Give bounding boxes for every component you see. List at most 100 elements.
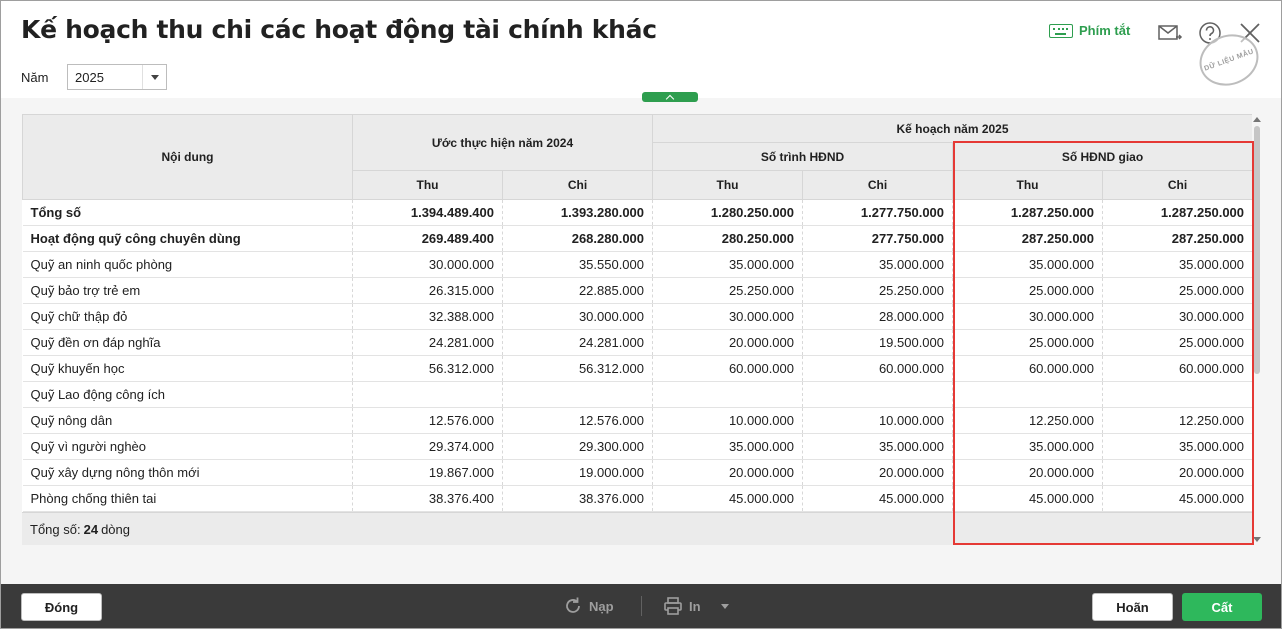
value-cell[interactable]: 1.287.250.000 [952,199,1104,226]
value-cell[interactable] [802,381,954,408]
chevron-down-icon[interactable] [142,65,166,89]
value-cell[interactable]: 12.576.000 [502,407,654,434]
value-cell[interactable]: 35.000.000 [802,251,954,278]
header-chi[interactable]: Chi [802,170,954,200]
value-cell[interactable]: 277.750.000 [802,225,954,252]
row-name-cell[interactable]: Quỹ xây dựng nông thôn mới [22,459,353,486]
value-cell[interactable]: 28.000.000 [802,303,954,330]
value-cell[interactable]: 56.312.000 [502,355,654,382]
shortcut-button[interactable]: Phím tắt [1049,23,1130,38]
header-thu[interactable]: Thu [652,170,804,200]
value-cell[interactable]: 1.394.489.400 [352,199,503,226]
value-cell[interactable]: 287.250.000 [1102,225,1252,252]
value-cell[interactable]: 20.000.000 [652,459,804,486]
header-chi[interactable]: Chi [1102,170,1252,200]
value-cell[interactable]: 56.312.000 [352,355,503,382]
table-row[interactable]: Quỹ nông dân 12.576.000 12.576.000 10.000.0… [22,407,1252,434]
value-cell[interactable]: 1.393.280.000 [502,199,654,226]
close-button[interactable]: Đóng [21,593,102,621]
value-cell[interactable]: 30.000.000 [952,303,1104,330]
save-button[interactable]: Cất [1182,593,1262,621]
value-cell[interactable]: 269.489.400 [352,225,503,252]
value-cell[interactable] [1102,381,1252,408]
table-row[interactable]: Quỹ an ninh quốc phòng 30.000.000 35.550.0… [22,251,1252,278]
table-row[interactable]: Quỹ vì người nghèo 29.374.000 29.300.000 35… [22,433,1252,460]
value-cell[interactable]: 19.867.000 [352,459,503,486]
value-cell[interactable]: 20.000.000 [952,459,1104,486]
value-cell[interactable]: 38.376.000 [502,485,654,512]
header-thu[interactable]: Thu [952,170,1104,200]
collapse-toggle-button[interactable] [642,92,698,102]
value-cell[interactable]: 26.315.000 [352,277,503,304]
value-cell[interactable]: 19.500.000 [802,329,954,356]
value-cell[interactable] [502,381,654,408]
value-cell[interactable]: 10.000.000 [652,407,804,434]
value-cell[interactable]: 287.250.000 [952,225,1104,252]
value-cell[interactable]: 60.000.000 [952,355,1104,382]
value-cell[interactable]: 45.000.000 [1102,485,1252,512]
scroll-thumb[interactable] [1254,126,1260,374]
row-name-cell[interactable]: Quỹ vì người nghèo [22,433,353,460]
table-row[interactable]: Quỹ khuyến học 56.312.000 56.312.000 60.000… [22,355,1252,382]
value-cell[interactable]: 25.250.000 [652,277,804,304]
value-cell[interactable]: 20.000.000 [1102,459,1252,486]
header-thu[interactable]: Thu [352,170,503,200]
row-name-cell[interactable]: Tổng số [22,199,353,226]
value-cell[interactable]: 30.000.000 [352,251,503,278]
value-cell[interactable]: 29.374.000 [352,433,503,460]
table-row[interactable]: Quỹ chữ thập đỏ 32.388.000 30.000.000 30.00… [22,303,1252,330]
row-name-cell[interactable]: Quỹ khuyến học [22,355,353,382]
table-row[interactable]: Tổng số 1.394.489.400 1.393.280.000 1.280.2… [22,199,1252,226]
value-cell[interactable]: 25.250.000 [802,277,954,304]
value-cell[interactable]: 35.000.000 [952,251,1104,278]
value-cell[interactable] [352,381,503,408]
value-cell[interactable]: 30.000.000 [502,303,654,330]
value-cell[interactable]: 25.000.000 [952,329,1104,356]
row-name-cell[interactable]: Quỹ nông dân [22,407,353,434]
value-cell[interactable]: 22.885.000 [502,277,654,304]
value-cell[interactable]: 35.000.000 [952,433,1104,460]
value-cell[interactable]: 12.576.000 [352,407,503,434]
value-cell[interactable]: 10.000.000 [802,407,954,434]
value-cell[interactable]: 12.250.000 [1102,407,1252,434]
value-cell[interactable]: 45.000.000 [952,485,1104,512]
table-row[interactable]: Phòng chống thiên tai 38.376.400 38.376.00… [22,485,1252,512]
value-cell[interactable]: 35.000.000 [802,433,954,460]
value-cell[interactable]: 45.000.000 [652,485,804,512]
mail-forward-icon[interactable] [1157,20,1183,46]
value-cell[interactable]: 30.000.000 [652,303,804,330]
value-cell[interactable]: 35.000.000 [1102,433,1252,460]
value-cell[interactable]: 60.000.000 [802,355,954,382]
value-cell[interactable] [652,381,804,408]
value-cell[interactable]: 45.000.000 [802,485,954,512]
table-row[interactable]: Quỹ đền ơn đáp nghĩa 24.281.000 24.281.000… [22,329,1252,356]
value-cell[interactable]: 35.550.000 [502,251,654,278]
year-select[interactable]: 2025 [67,64,167,90]
cancel-button[interactable]: Hoãn [1092,593,1173,621]
value-cell[interactable]: 25.000.000 [1102,277,1252,304]
value-cell[interactable]: 20.000.000 [652,329,804,356]
scroll-up-icon[interactable] [1253,117,1261,122]
value-cell[interactable]: 35.000.000 [1102,251,1252,278]
value-cell[interactable]: 29.300.000 [502,433,654,460]
reload-button[interactable]: Nạp [563,596,614,616]
value-cell[interactable]: 24.281.000 [352,329,503,356]
table-row[interactable]: Quỹ xây dựng nông thôn mới 19.867.000 19.0… [22,459,1252,486]
value-cell[interactable]: 1.277.750.000 [802,199,954,226]
row-name-cell[interactable]: Quỹ an ninh quốc phòng [22,251,353,278]
value-cell[interactable]: 35.000.000 [652,433,804,460]
chevron-down-icon[interactable] [721,604,729,609]
value-cell[interactable]: 25.000.000 [952,277,1104,304]
row-name-cell[interactable]: Quỹ chữ thập đỏ [22,303,353,330]
value-cell[interactable]: 60.000.000 [1102,355,1252,382]
value-cell[interactable]: 1.280.250.000 [652,199,804,226]
value-cell[interactable]: 30.000.000 [1102,303,1252,330]
scroll-down-icon[interactable] [1253,537,1261,542]
value-cell[interactable] [952,381,1104,408]
row-name-cell[interactable]: Quỹ Lao động công ích [22,381,353,408]
row-name-cell[interactable]: Hoạt động quỹ công chuyên dùng [22,225,353,252]
value-cell[interactable]: 19.000.000 [502,459,654,486]
table-row[interactable]: Quỹ bảo trợ trẻ em 26.315.000 22.885.000 25… [22,277,1252,304]
value-cell[interactable]: 1.287.250.000 [1102,199,1252,226]
value-cell[interactable]: 38.376.400 [352,485,503,512]
